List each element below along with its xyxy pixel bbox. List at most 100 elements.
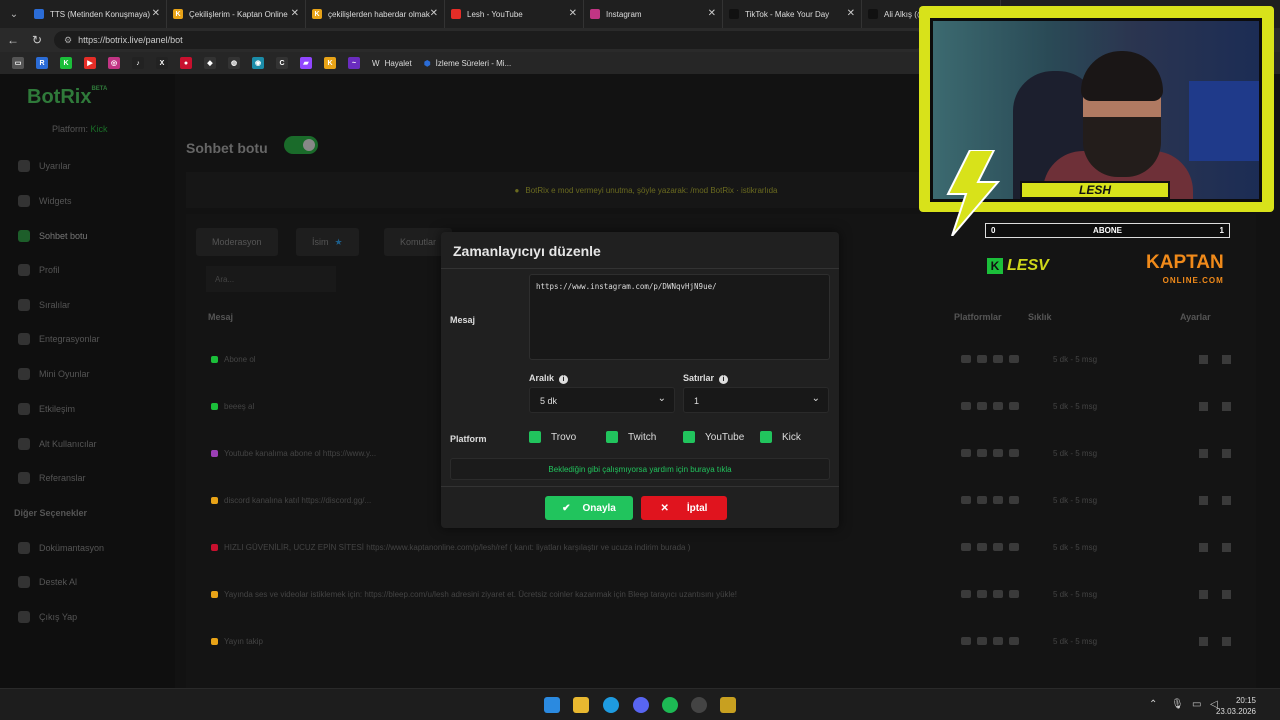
checkbox-youtube[interactable]: YouTube bbox=[683, 431, 744, 443]
instagram-icon[interactable]: ◎ bbox=[108, 57, 120, 69]
sidebar-item[interactable]: Widgets bbox=[18, 195, 72, 207]
sidebar-item[interactable]: Alt Kullanıcılar bbox=[18, 438, 97, 450]
checkbox-checked[interactable] bbox=[529, 431, 541, 443]
pencil-icon[interactable] bbox=[1199, 354, 1208, 364]
bookmark-izleme[interactable]: ⬢ İzleme Süreleri - Mi... bbox=[424, 59, 512, 68]
edge-icon[interactable] bbox=[603, 697, 619, 713]
bookmark-r-icon[interactable]: R bbox=[36, 57, 48, 69]
close-icon[interactable]: ✕ bbox=[152, 8, 160, 19]
display-icon[interactable]: ▭ bbox=[1192, 699, 1201, 710]
close-icon[interactable]: ✕ bbox=[291, 8, 299, 19]
nav-icon bbox=[18, 438, 30, 450]
search-input[interactable]: Ara... bbox=[206, 266, 336, 292]
close-icon[interactable]: ✕ bbox=[430, 8, 438, 19]
site-info-icon[interactable]: ⚙ bbox=[64, 35, 72, 46]
microphone-icon[interactable]: 🎙 bbox=[1171, 699, 1184, 710]
kaptan-icon[interactable]: K bbox=[324, 57, 336, 69]
obs-icon[interactable] bbox=[691, 697, 707, 713]
sidebar-other-item[interactable]: Destek Al bbox=[18, 576, 77, 588]
youtube-icon bbox=[993, 590, 1003, 598]
trash-icon[interactable] bbox=[1222, 495, 1231, 505]
sidebar-other-item[interactable]: Çıkış Yap bbox=[18, 611, 77, 623]
sidebar-item[interactable]: Uyarılar bbox=[18, 160, 71, 172]
bookmark-blue-icon[interactable]: ◉ bbox=[252, 57, 264, 69]
trash-icon[interactable] bbox=[1222, 354, 1231, 364]
browser-tab[interactable]: TikTok - Make Your Day ✕ bbox=[723, 0, 862, 28]
back-arrow-icon[interactable]: ← bbox=[2, 33, 24, 47]
trash-icon[interactable] bbox=[1222, 401, 1231, 411]
tiktok-icon[interactable]: ♪ bbox=[132, 57, 144, 69]
bookmark-globe-icon[interactable]: ◍ bbox=[228, 57, 240, 69]
gamepad-icon[interactable]: ▭ bbox=[12, 57, 24, 69]
info-icon[interactable]: i bbox=[559, 375, 569, 384]
sidebar-item[interactable]: Entegrasyonlar bbox=[18, 333, 100, 345]
windows-start-icon[interactable] bbox=[544, 697, 560, 713]
bookmark-purple-icon[interactable]: ~ bbox=[348, 57, 360, 69]
other-options-heading: Diğer Seçenekler bbox=[14, 508, 88, 518]
pencil-icon[interactable] bbox=[1199, 636, 1208, 646]
browser-tab[interactable]: TTS (Metinden Konuşmaya) ✕ bbox=[28, 0, 167, 28]
chatbot-toggle[interactable] bbox=[284, 136, 318, 154]
confirm-button[interactable]: ✔ Onayla bbox=[545, 496, 633, 520]
diamond-icon[interactable]: ◆ bbox=[204, 57, 216, 69]
sidebar-item[interactable]: Referanslar bbox=[18, 472, 86, 484]
check-icon: ✔ bbox=[562, 502, 571, 514]
help-link[interactable]: Beklediğin gibi çalışmıyorsa yardım için… bbox=[450, 458, 830, 480]
app-icon[interactable] bbox=[720, 697, 736, 713]
sidebar-item[interactable]: Mini Oyunlar bbox=[18, 368, 90, 380]
system-clock[interactable]: 20:15 23.03.2026 bbox=[1216, 695, 1256, 717]
browser-tab[interactable]: Lesh - YouTube ✕ bbox=[445, 0, 584, 28]
lines-select[interactable]: 1 ⌄ bbox=[683, 387, 829, 413]
chevron-up-icon[interactable]: ⌃ bbox=[1149, 699, 1157, 710]
trash-icon[interactable] bbox=[1222, 589, 1231, 599]
browser-tab[interactable]: K Çekilişlerim - Kaptan Online ✕ bbox=[167, 0, 306, 28]
url-field[interactable]: ⚙ https://botrix.live/panel/bot bbox=[54, 31, 924, 49]
bookmark-red-icon[interactable]: ● bbox=[180, 57, 192, 69]
checkbox-checked[interactable] bbox=[606, 431, 618, 443]
pencil-icon[interactable] bbox=[1199, 448, 1208, 458]
sidebar-item[interactable]: Sıralılar bbox=[18, 299, 70, 311]
browser-tab[interactable]: Instagram ✕ bbox=[584, 0, 723, 28]
checkbox-twitch[interactable]: Twitch bbox=[606, 431, 656, 443]
sidebar-other-item[interactable]: Dokümantasyon bbox=[18, 542, 104, 554]
bookmark-hayalet[interactable]: W Hayalet bbox=[372, 59, 412, 68]
row-actions bbox=[1199, 542, 1231, 552]
youtube-icon[interactable]: ▶ bbox=[84, 57, 96, 69]
file-explorer-icon[interactable] bbox=[573, 697, 589, 713]
info-icon[interactable]: i bbox=[719, 375, 729, 384]
sidebar-item[interactable]: Profil bbox=[18, 264, 60, 276]
message-textarea[interactable]: https://www.instagram.com/p/DWNqvHjN9ue/ bbox=[529, 274, 830, 360]
discord-icon[interactable] bbox=[633, 697, 649, 713]
checkbox-checked[interactable] bbox=[683, 431, 695, 443]
tab-moderasyon[interactable]: Moderasyon bbox=[196, 228, 278, 256]
botrix-logo[interactable]: BotRixBETA bbox=[27, 86, 107, 109]
trash-icon[interactable] bbox=[1222, 448, 1231, 458]
close-icon[interactable]: ✕ bbox=[847, 8, 855, 19]
sidebar-item[interactable]: Etkileşim bbox=[18, 403, 75, 415]
kick-icon[interactable]: K bbox=[60, 57, 72, 69]
checkbox-kick[interactable]: Kick bbox=[760, 431, 801, 443]
spotify-icon[interactable] bbox=[662, 697, 678, 713]
checkbox-checked[interactable] bbox=[760, 431, 772, 443]
pencil-icon[interactable] bbox=[1199, 589, 1208, 599]
cancel-button[interactable]: ✕ İptal bbox=[641, 496, 727, 520]
pencil-icon[interactable] bbox=[1199, 542, 1208, 552]
pencil-icon[interactable] bbox=[1199, 495, 1208, 505]
interval-select[interactable]: 5 dk ⌄ bbox=[529, 387, 675, 413]
x-icon[interactable]: X bbox=[156, 57, 168, 69]
trash-icon[interactable] bbox=[1222, 542, 1231, 552]
column-frequency: Sıklık bbox=[1028, 312, 1052, 322]
bookmark-c-icon[interactable]: C bbox=[276, 57, 288, 69]
tab-isim[interactable]: İsim ★ bbox=[296, 228, 359, 256]
trash-icon[interactable] bbox=[1222, 636, 1231, 646]
close-icon[interactable]: ✕ bbox=[708, 8, 716, 19]
tab-search-chevron-icon[interactable]: ⌄ bbox=[0, 0, 28, 28]
checkbox-trovo[interactable]: Trovo bbox=[529, 431, 576, 443]
browser-tab[interactable]: Kçekilişlerden haberdar olmak ✕ bbox=[306, 0, 445, 28]
close-icon[interactable]: ✕ bbox=[569, 8, 577, 19]
pencil-icon[interactable] bbox=[1199, 401, 1208, 411]
reload-icon[interactable]: ↻ bbox=[26, 33, 48, 47]
nav-icon bbox=[18, 333, 30, 345]
sidebar-item[interactable]: Sohbet botu bbox=[18, 230, 88, 242]
twitch-icon[interactable]: ▰ bbox=[300, 57, 312, 69]
